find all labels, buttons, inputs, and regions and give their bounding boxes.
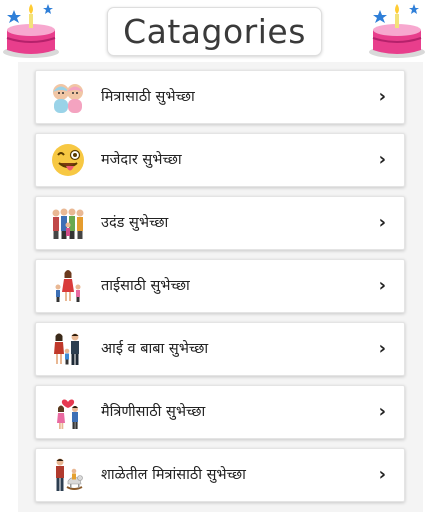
page-title-box: Catagories (107, 7, 322, 56)
birthday-cake-icon (3, 4, 59, 58)
category-label: उदंड सुभेच्छा (101, 215, 169, 231)
category-item-funny[interactable]: मजेदार सुभेच्छा › (35, 133, 405, 187)
category-item-parents[interactable]: आई व बाबा सुभेच्छा › (35, 322, 405, 376)
father-child-horse-icon (56, 458, 83, 491)
category-item-school-friends[interactable]: शाळेतील मित्रांसाठी सुभेच्छा › (35, 448, 405, 502)
chevron-right-icon: › (378, 464, 386, 485)
parents-child-icon (54, 333, 79, 365)
category-item-girlfriend[interactable]: मैत्रिणीसाठी सुभेच्छा › (35, 385, 405, 439)
category-label: आई व बाबा सुभेच्छा (101, 341, 209, 357)
chevron-right-icon: › (378, 149, 386, 170)
category-item-long-life[interactable]: उदंड सुभेच्छा › (35, 196, 405, 250)
category-label: मैत्रिणीसाठी सुभेच्छा (101, 404, 206, 420)
chevron-right-icon: › (378, 338, 386, 359)
twins-babies-icon (53, 84, 83, 113)
chevron-right-icon: › (378, 401, 386, 422)
category-label: ताईसाठी सुभेच्छा (101, 278, 190, 294)
category-item-friends[interactable]: मित्रासाठी सुभेच्छा › (35, 70, 405, 124)
chevron-right-icon: › (378, 86, 386, 107)
category-item-sister[interactable]: ताईसाठी सुभेच्छा › (35, 259, 405, 313)
app-header: Catagories (0, 0, 431, 62)
category-label: मजेदार सुभेच्छा (101, 152, 182, 168)
chevron-right-icon: › (378, 212, 386, 233)
category-label: मित्रासाठी सुभेच्छा (101, 89, 195, 105)
winking-tongue-emoji-icon (52, 144, 84, 176)
couple-heart-icon (57, 399, 78, 429)
birthday-cake-icon (369, 4, 425, 58)
category-label: शाळेतील मित्रांसाठी सुभेच्छा (101, 467, 246, 483)
sister-children-icon (55, 270, 81, 302)
page-title: Catagories (123, 12, 306, 51)
chevron-right-icon: › (378, 275, 386, 296)
family-group-icon (52, 208, 84, 239)
